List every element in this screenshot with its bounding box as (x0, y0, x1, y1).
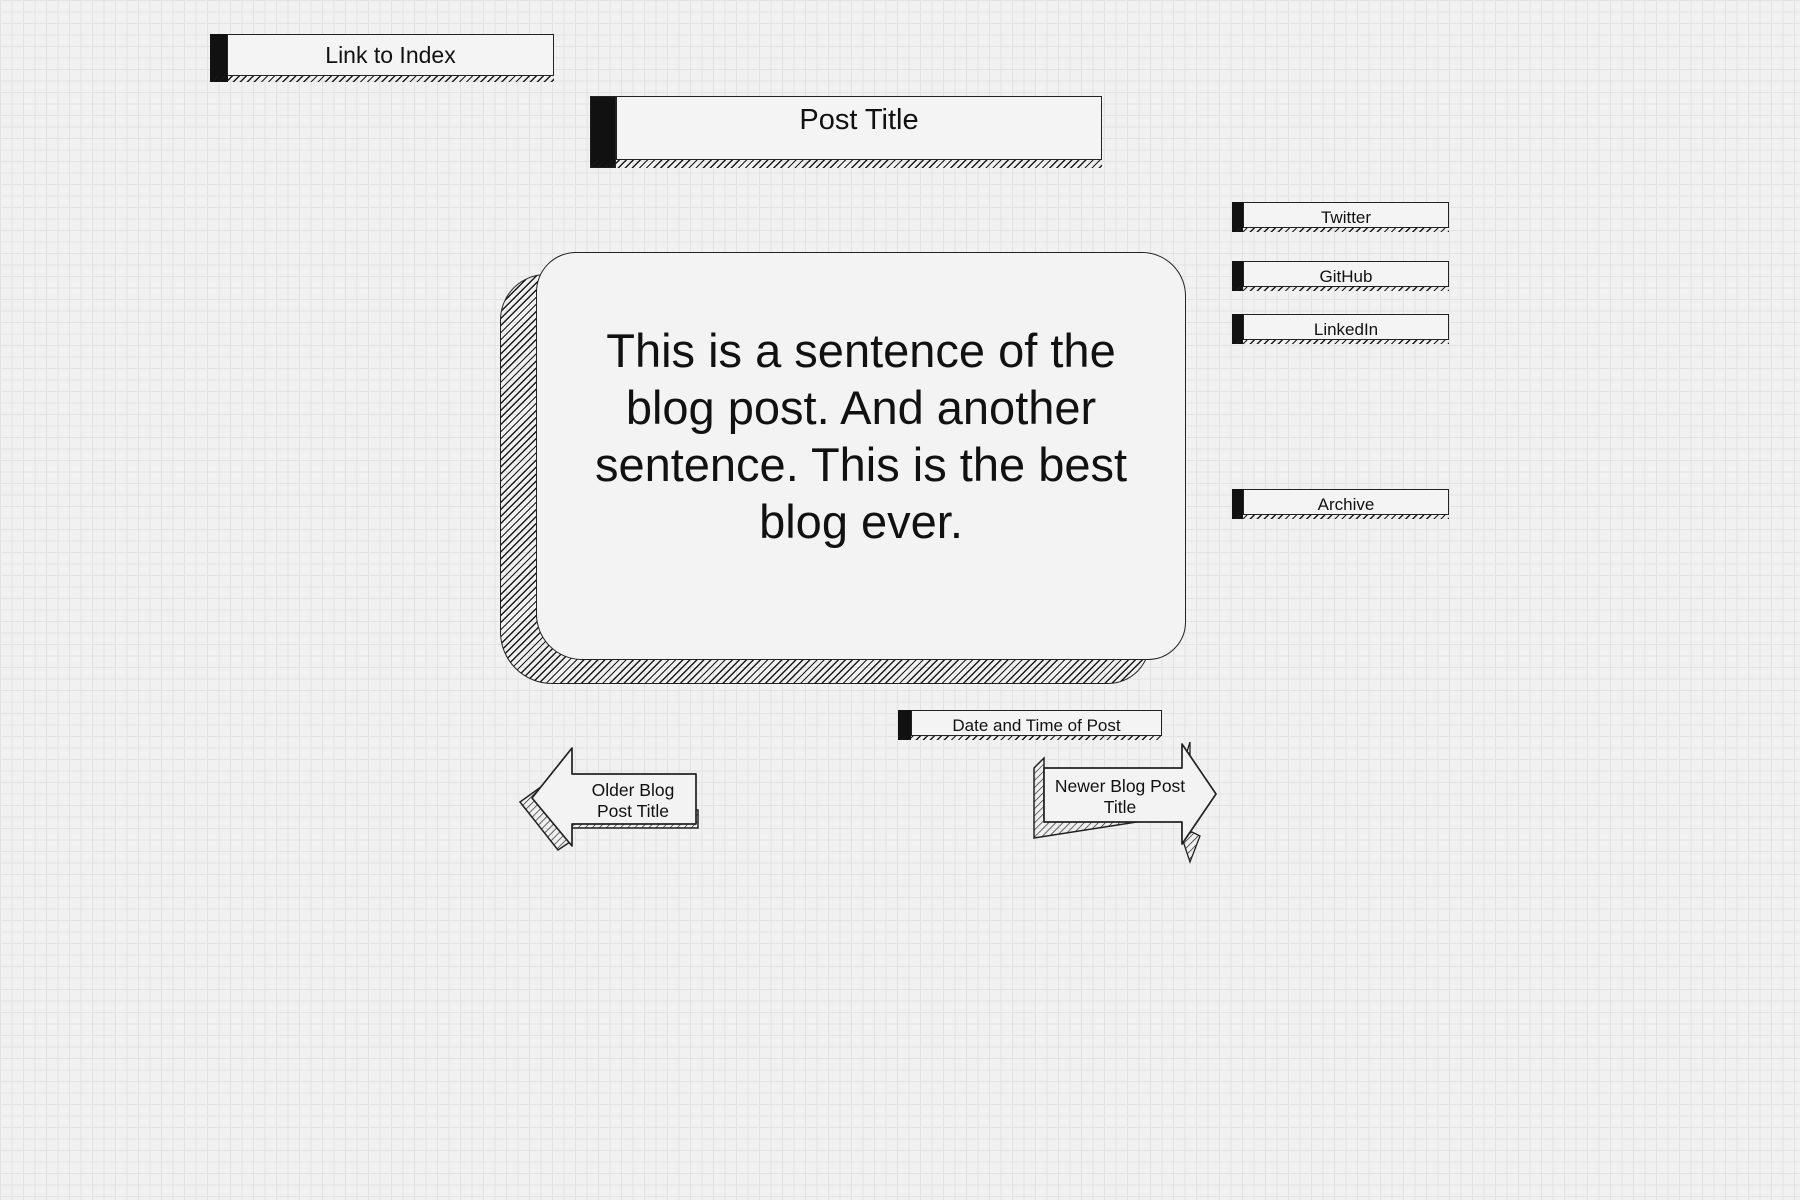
index-link-face[interactable]: Link to Index (227, 34, 554, 76)
index-link-slab (210, 34, 228, 82)
github-face[interactable]: GitHub (1243, 261, 1449, 287)
index-link-button[interactable]: Link to Index (210, 34, 554, 82)
archive-button[interactable]: Archive (1232, 489, 1449, 519)
older-post-label: Older Blog Post Title (591, 780, 675, 821)
archive-label: Archive (1317, 495, 1375, 514)
index-link-label: Link to Index (325, 41, 456, 68)
post-body-card-face: This is a sentence of the blog post. And… (536, 252, 1186, 660)
post-title-shadow (590, 160, 1102, 168)
github-label: GitHub (1319, 267, 1373, 286)
linkedin-button[interactable]: LinkedIn (1232, 314, 1449, 344)
post-title-slab (590, 96, 616, 168)
post-title-box: Post Title (590, 96, 1102, 168)
linkedin-label: LinkedIn (1313, 320, 1379, 339)
twitter-shadow (1232, 228, 1449, 232)
linkedin-shadow (1232, 340, 1449, 344)
twitter-face[interactable]: Twitter (1243, 202, 1449, 228)
post-body-text: This is a sentence of the blog post. And… (594, 324, 1128, 548)
page-title: Post Title (799, 103, 919, 136)
post-body-card: This is a sentence of the blog post. And… (500, 252, 1190, 684)
twitter-label: Twitter (1320, 208, 1372, 227)
linkedin-face[interactable]: LinkedIn (1243, 314, 1449, 340)
older-post-button[interactable]: Older Blog Post Title (518, 746, 702, 874)
index-link-shadow (210, 76, 554, 82)
github-button[interactable]: GitHub (1232, 261, 1449, 291)
archive-shadow (1232, 515, 1449, 519)
post-datetime-box: Date and Time of Post (898, 710, 1162, 740)
twitter-button[interactable]: Twitter (1232, 202, 1449, 232)
post-datetime-face: Date and Time of Post (911, 710, 1162, 736)
newer-post-button[interactable]: Newer Blog Post Title (1032, 740, 1218, 864)
github-shadow (1232, 287, 1449, 291)
archive-face[interactable]: Archive (1243, 489, 1449, 515)
newer-post-label: Newer Blog Post Title (1054, 776, 1186, 817)
post-title-face: Post Title (616, 96, 1102, 160)
post-datetime-label: Date and Time of Post (952, 716, 1121, 735)
